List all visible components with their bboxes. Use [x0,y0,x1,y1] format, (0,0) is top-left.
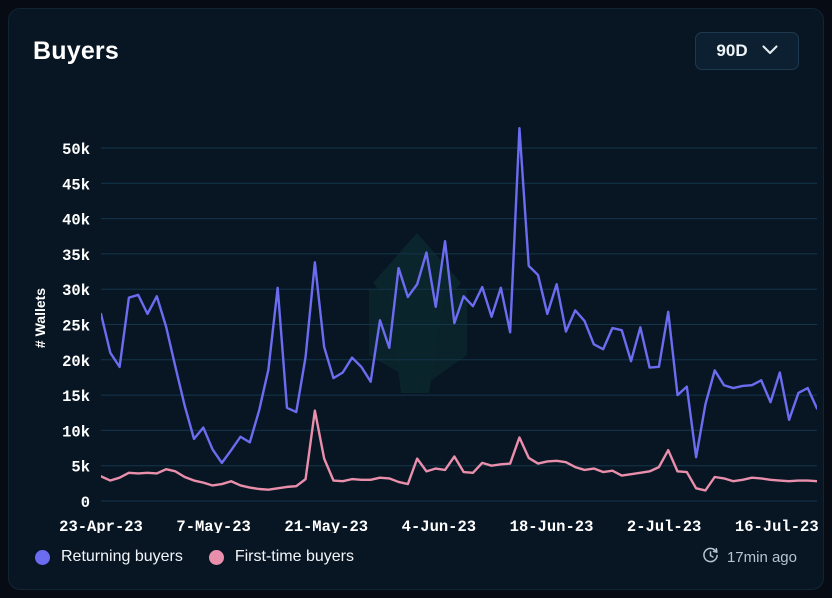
legend-color-dot-first-time [209,550,224,565]
series-line-first-time-buyers [101,411,817,491]
last-updated: 17min ago [702,547,797,568]
legend-item-returning-buyers[interactable]: Returning buyers [35,548,183,566]
page-title: Buyers [33,37,119,66]
y-axis-tick-label: 15k [62,388,90,406]
card-footer: Returning buyers First-time buyers 17min… [9,531,823,589]
legend-item-first-time-buyers[interactable]: First-time buyers [209,548,354,566]
y-axis-tick-label: 0 [81,494,90,512]
chart-legend: Returning buyers First-time buyers [35,548,354,566]
chart-series-group [101,128,817,490]
time-range-dropdown[interactable]: 90D [695,32,799,70]
y-axis-tick-label: 5k [71,459,90,477]
legend-label-returning: Returning buyers [61,548,183,566]
y-axis-tick-label: 40k [62,212,90,230]
y-axis-tick-label: 45k [62,176,90,194]
buyers-line-chart: 05k10k15k20k25k30k35k40k45k50k 23-Apr-23… [9,93,824,533]
last-updated-text: 17min ago [727,549,797,566]
time-range-value: 90D [716,41,747,61]
y-axis-tick-label: 30k [62,282,90,300]
buyers-chart-card: Buyers 90D 0 5k 10k 15k 20k 25k 30k 35k 40k 45k 50… [8,8,824,590]
legend-label-first-time: First-time buyers [235,548,354,566]
clock-refresh-icon [702,547,719,568]
y-axis-tick-label: 35k [62,247,90,265]
card-header: Buyers 90D [9,9,823,93]
y-axis-tick-label: 25k [62,318,90,336]
chevron-down-icon [762,42,778,60]
y-axis-tick-label: 10k [62,423,90,441]
chart-plot-area: 05k10k15k20k25k30k35k40k45k50k 23-Apr-23… [9,93,824,533]
y-axis-tick-label: 50k [62,141,90,159]
y-axis-tick-label: 20k [62,353,90,371]
y-axis-title: # Wallets [32,288,48,348]
legend-color-dot-returning [35,550,50,565]
chart-gridlines [101,148,817,501]
chart-y-axis-labels: 0 5k 10k 15k 20k 25k 30k 35k 40k 45k 50k [62,141,90,512]
